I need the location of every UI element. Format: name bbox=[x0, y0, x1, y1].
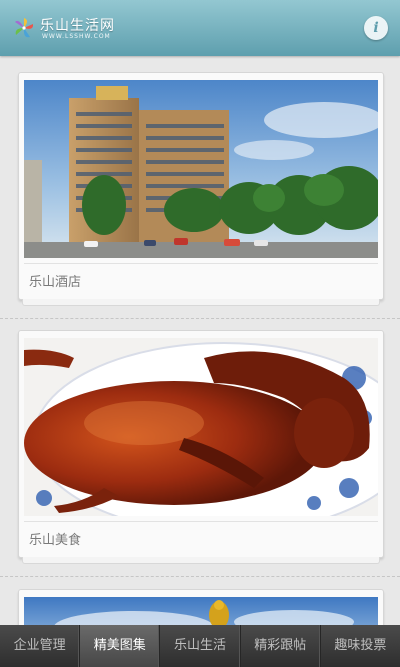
landscape-photo[interactable] bbox=[24, 597, 378, 625]
tab-voting[interactable]: 趣味投票 bbox=[321, 625, 400, 667]
dashed-separator bbox=[0, 318, 400, 319]
card-stack-shadow bbox=[22, 299, 380, 306]
bottom-tab-bar: 企业管理 精美图集 乐山生活 精彩跟帖 趣味投票 bbox=[0, 625, 400, 667]
info-button[interactable]: i bbox=[364, 16, 388, 40]
hotel-photo[interactable] bbox=[24, 80, 378, 258]
info-icon: i bbox=[373, 20, 379, 36]
roast-duck-photo[interactable] bbox=[24, 338, 378, 516]
logo-url: WWW.LSSHW.COM bbox=[42, 33, 111, 40]
tab-enterprise[interactable]: 企业管理 bbox=[0, 625, 81, 667]
gallery-feed[interactable]: 乐山酒店 乐山美食 bbox=[0, 56, 400, 625]
card-stack-shadow bbox=[22, 557, 380, 564]
top-header: 乐山生活网 WWW.LSSHW.COM i bbox=[0, 0, 400, 56]
logo-title: 乐山生活网 bbox=[40, 18, 115, 34]
dashed-separator bbox=[0, 576, 400, 577]
tab-leshan-life[interactable]: 乐山生活 bbox=[160, 625, 241, 667]
app-screen: 乐山生活网 WWW.LSSHW.COM i 乐山酒店 乐山美食 企业管理 精美图… bbox=[0, 0, 400, 667]
site-logo[interactable]: 乐山生活网 WWW.LSSHW.COM bbox=[12, 14, 122, 44]
gallery-card[interactable] bbox=[18, 589, 384, 625]
tab-gallery[interactable]: 精美图集 bbox=[80, 625, 161, 667]
pinwheel-logo-icon bbox=[15, 18, 34, 38]
card-caption: 乐山酒店 bbox=[29, 275, 82, 290]
gallery-card[interactable]: 乐山酒店 bbox=[18, 72, 384, 300]
tab-replies[interactable]: 精彩跟帖 bbox=[241, 625, 321, 667]
card-divider bbox=[24, 521, 378, 522]
gallery-card[interactable]: 乐山美食 bbox=[18, 330, 384, 558]
card-divider bbox=[24, 263, 378, 264]
card-caption: 乐山美食 bbox=[29, 533, 82, 548]
